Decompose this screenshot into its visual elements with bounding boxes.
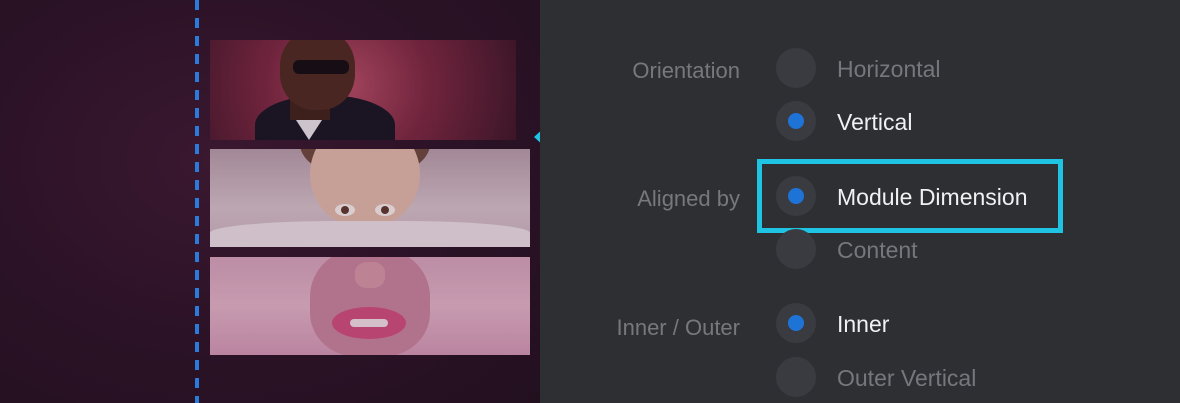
aligned-by-label: Aligned by xyxy=(637,186,740,211)
option-outer-vertical-label[interactable]: Outer Vertical xyxy=(837,365,976,392)
radio-module-dimension[interactable] xyxy=(776,176,816,216)
alignment-guide-line xyxy=(195,0,199,403)
radio-content[interactable] xyxy=(776,229,816,269)
slide-image-woman-under-sheet xyxy=(210,149,530,247)
option-inner-label[interactable]: Inner xyxy=(837,311,889,338)
slide-image-man-sunglasses xyxy=(210,40,516,140)
option-horizontal-label[interactable]: Horizontal xyxy=(837,56,941,83)
orientation-label: Orientation xyxy=(632,58,740,83)
radio-vertical[interactable] xyxy=(776,101,816,141)
option-module-dimension-label[interactable]: Module Dimension xyxy=(837,184,1027,211)
option-content-label[interactable]: Content xyxy=(837,237,918,264)
radio-outer-vertical[interactable] xyxy=(776,357,816,397)
settings-panel: Orientation Horizontal Vertical Aligned … xyxy=(540,0,1180,403)
slide-image-torn-paper-lips xyxy=(210,257,530,355)
preview-pane xyxy=(0,0,540,403)
radio-horizontal[interactable] xyxy=(776,48,816,88)
radio-inner[interactable] xyxy=(776,303,816,343)
option-vertical-label[interactable]: Vertical xyxy=(837,109,912,136)
inner-outer-label: Inner / Outer xyxy=(616,315,740,340)
